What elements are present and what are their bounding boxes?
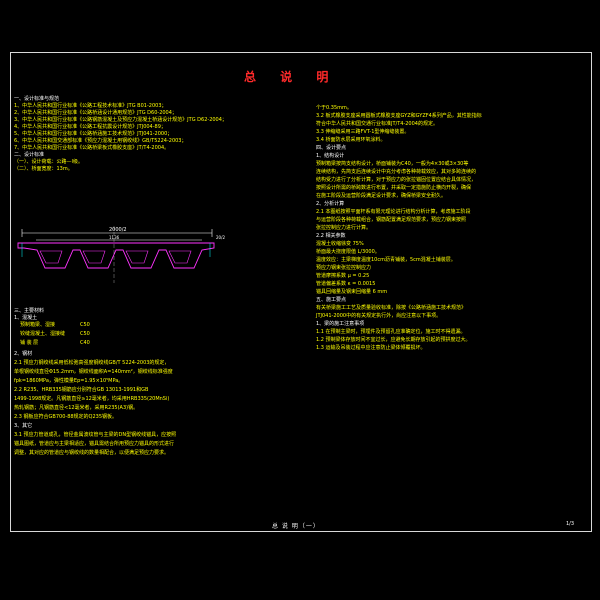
right-column: 个于0.35mm。 3.2 板式橡胶支座采用圆板式橡胶支座GYZ和GYZF4系列… (316, 104, 482, 352)
steel-line: 热轧钢筋；凡钢筋直径<12毫米者，采用R235(A3)钢。 (14, 405, 139, 411)
param-line: 桥面最大挠度限值 L/3000。 (316, 249, 380, 255)
ref-line: 7、中华人民共和国行业标准《公路桥梁板式橡胶支座》JT/T4-2004。 (14, 145, 170, 151)
param-line: 管道摩擦系数 μ = 0.25 (316, 273, 370, 279)
girder-outline (17, 242, 215, 269)
steel-line: 1499-1998规定。凡钢筋直径≥12毫米者，均采用HRB335(20MnSi… (14, 396, 170, 402)
analysis-line: 与运营阶段各种荷载组合，钢筋配置满足规范要求，预应力钢束按照 (316, 217, 467, 223)
page-title: 总 说 明 (244, 70, 339, 84)
analysis-line: 张拉控制应力进行计算。 (316, 225, 372, 231)
concrete-name: 铺 装 层 (20, 340, 39, 346)
other-line: 锚具图纸，管道应与主梁相适应，锚具需结合所用预应力锚具的形式进行 (14, 441, 175, 447)
right-line: 符合中华人民共和国交通行业标准JT/T4-2004的规定。 (316, 121, 438, 127)
ref-line: 4、中华人民共和国行业标准《公路工程抗震设计规范》JTJ004-89； (14, 124, 166, 130)
drawing-sheet: 总 说 明 一、设计标准与规范 1、中华人民共和国行业标准《公路工程技术标准》J… (0, 0, 600, 600)
sheet-footer-title: 总 说 明（一） (272, 523, 320, 530)
param-line: 温度效应：主梁梯度温度10cm沥青铺装，5cm混凝土铺装层。 (316, 257, 456, 263)
steel-line: 2.1 预应力钢绞线采用低松弛高强度钢绞线GB/T 5224-2003的规定， (14, 360, 170, 366)
ref-line: 3、中华人民共和国行业标准《公路钢筋混凝土及预应力混凝土桥涵设计规范》JTG D… (14, 117, 227, 123)
section-heading-standards: 一、设计标准与规范 (14, 96, 60, 102)
concrete-heading: 1、混凝土 (14, 315, 38, 321)
construction-line: 有关桥梁施工工艺及质量验收标准，除按《公路桥涵施工技术规范》 (316, 305, 467, 311)
other-line: 调整，其对应的管道应与钢绞线的数量相配合，以便满足预应力要求。 (14, 450, 170, 456)
concrete-name: 铰缝混凝土、湿接缝 (20, 331, 66, 337)
steel-heading: 2、钢材 (14, 351, 33, 357)
section-heading-materials: 三、主要材料 (14, 308, 45, 314)
right-line: 3.4 桥面防水层采用环氧涂料。 (316, 137, 386, 143)
concrete-name: 预制箱梁、湿接 (20, 322, 56, 328)
concrete-grade: C40 (80, 340, 90, 346)
std-item: （二）、桥面宽度：13m。 (14, 166, 73, 172)
steel-line: 单根钢绞线直径Φ15.2mm，钢绞线面积A=140mm²，钢绞线标准强度 (14, 369, 173, 375)
box-girder-section-drawing: 2000/2 1136 20/2 (17, 226, 225, 283)
other-heading: 3、其它 (14, 423, 33, 429)
girder-construction-heading: 1、梁的施工注意事项 (316, 321, 365, 327)
ref-line: 1、中华人民共和国行业标准《公路工程技术标准》JTG B01-2003； (14, 103, 167, 109)
steel-line: fpk=1860MPa，弹性模量Ep=1.95×10⁵MPa。 (14, 378, 124, 384)
structure-line: 连续结构，先简支后连续设计中充分考虑各种荷载效应，其对多跨连续的 (316, 169, 477, 175)
ref-line: 5、中华人民共和国行业标准《公路桥涵施工技术规范》JTJ041-2000； (14, 131, 173, 137)
param-line: 混凝土收缩徐变 75% (316, 241, 364, 247)
right-line: 3.2 板式橡胶支座采用圆板式橡胶支座GYZ和GYZF4系列产品，其性能指标 (316, 113, 482, 119)
girder-construction-line: 1.2 预制梁体存放时间不宜过长，应避免长期存放引起的预拱度过大。 (316, 337, 471, 343)
structure-line: 预制箱梁按简支结构设计，桥面铺装为C40，一般为4×30或3×30等 (316, 161, 469, 167)
params-heading: 2.2 相关参数 (316, 233, 346, 239)
girder-construction-line: 1.1 在预制主梁时，预埋件及预留孔应准确定位，施工时不得遗漏。 (316, 329, 466, 335)
section-heading-construction: 五、施工要点 (316, 297, 347, 303)
param-line: 管道偏差系数 κ = 0.0015 (316, 281, 376, 287)
steel-line: 2.2 R235、HRB335钢筋应分别符合GB 13013-1991和GB (14, 387, 149, 393)
steel-line: 2.3 钢板应符合GB700-88规定的Q235钢板。 (14, 414, 118, 420)
materials-block: 三、主要材料 1、混凝土 (14, 308, 44, 322)
right-line: 3.3 伸缩缝采用三路FVT-1型伸缩缝装置。 (316, 129, 410, 135)
analysis-line: 2.1 本图纸按照平面杆系有限元理论进行结构分析计算，考虑施工阶段 (316, 209, 471, 215)
section-heading-design-points: 四、设计要点 (316, 145, 347, 151)
structure-line: 在施工阶段及运营阶段满足设计要求，确保桥梁安全耐久。 (316, 193, 447, 199)
dim-right-label: 20/2 (216, 235, 225, 240)
dim-top-label: 2000/2 (109, 227, 127, 233)
other-line: 3.1 预应力管道成孔，管径金属波纹管与主梁的DN型钢绞线锚具，应按照 (14, 432, 177, 438)
structure-line: 结构受力进行了分析计算，对于预应力的张拉锚固位置应结合具体情况， (316, 177, 477, 183)
structure-line: 按照设计所需的桥跨数进行布置，并采取一定措施防止横向开裂，确保 (316, 185, 472, 191)
sheet-page-number: 1/3 (566, 521, 575, 527)
section-heading-design: 二、设计标准 (14, 152, 45, 158)
concrete-grade: C50 (80, 322, 90, 328)
structure-heading: 1、结构设计 (316, 153, 345, 159)
ref-line: 6、中华人民共和国交通部标准《预应力混凝土用钢绞线》GB/T5224-2003； (14, 138, 187, 144)
steel-block: 2、钢材 2.1 预应力钢绞线采用低松弛高强度钢绞线GB/T 5224-2003… (14, 350, 176, 458)
concrete-grade: C50 (80, 331, 90, 337)
param-line: 预应力钢束张拉控制应力 (316, 265, 372, 271)
right-line: 个于0.35mm。 (316, 105, 352, 111)
left-column: 一、设计标准与规范 1、中华人民共和国行业标准《公路工程技术标准》JTG B01… (14, 96, 227, 173)
girder-construction-line: 1.3 运输及吊装过程中应注意防止梁体倾覆损坏。 (316, 345, 426, 351)
construction-line: JTJ041-2000中的有关规定执行外，尚应注意以下事项。 (316, 313, 442, 319)
ref-line: 2、中华人民共和国行业标准《公路桥涵设计通用规范》JTG D60-2004； (14, 110, 177, 116)
dim-mid-label: 1136 (109, 235, 120, 240)
analysis-heading: 2、分析计算 (316, 201, 345, 207)
std-item: （一）、设计荷载：公路—I级。 (14, 159, 83, 165)
param-line: 锚具回缩量及钢束回缩量 6 mm (316, 289, 388, 295)
